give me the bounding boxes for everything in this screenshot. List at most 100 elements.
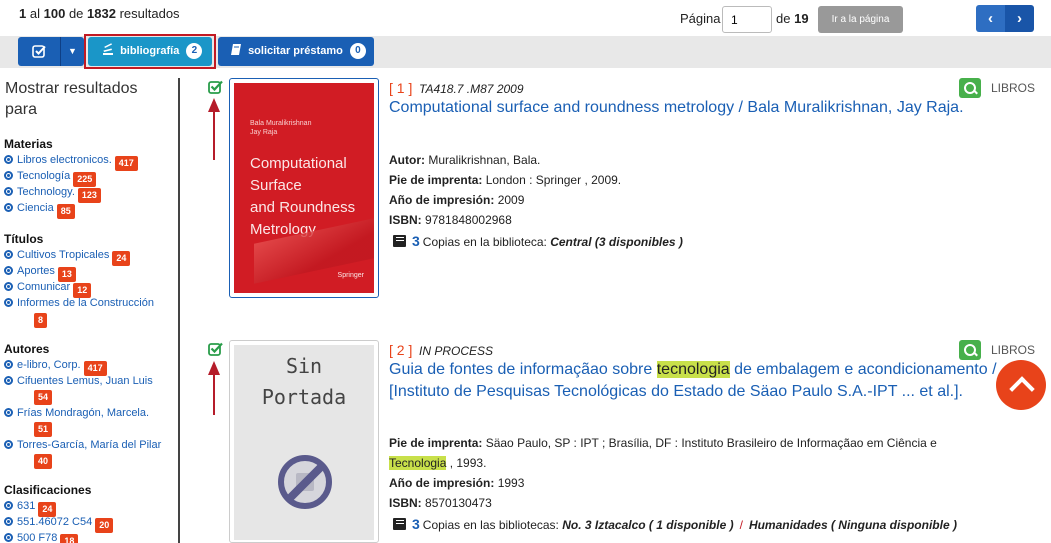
pager-label: Página: [680, 11, 721, 26]
results-bar: 1 al 100 de 1832 resultados Página de 19…: [0, 0, 1051, 36]
request-loan-label: solicitar préstamo: [248, 45, 343, 57]
facet-count: 24: [38, 502, 57, 517]
bibliography-icon: [102, 37, 114, 66]
book-icon: [393, 235, 406, 247]
radio-dot-icon: [4, 187, 13, 196]
radio-dot-icon: [4, 298, 13, 307]
material-type: LIBROS: [991, 81, 1036, 95]
facets-title: Mostrar resultados para: [5, 80, 138, 118]
radio-dot-icon: [4, 533, 13, 542]
facet-item[interactable]: Tecnología 225: [4, 170, 97, 187]
record-select-checkbox[interactable]: [208, 342, 224, 356]
zoom-icon[interactable]: [959, 340, 981, 360]
actions-toolbar: ▼ bibliografía 2 solicitar préstamo 0: [0, 34, 1051, 69]
facet-count: 417: [114, 156, 138, 171]
no-cover-icon: [278, 455, 332, 509]
call-number: TA418.7 .M87 2009: [419, 82, 524, 96]
facet-count: 12: [73, 283, 92, 298]
library-availability[interactable]: Humanidades ( Ninguna disponible ): [749, 518, 957, 532]
facet-item[interactable]: Technology. 123: [4, 186, 101, 203]
record-title-link[interactable]: Computational surface and roundness metr…: [389, 97, 1009, 119]
facet-count: 417: [83, 361, 107, 376]
book-cover-image: Bala Muralikrishnan Jay Raja Computation…: [234, 83, 374, 293]
facet-count: 40: [34, 454, 53, 469]
record-select-checkbox[interactable]: [208, 80, 224, 94]
facet-count: 85: [56, 204, 75, 219]
facet-count: 225: [73, 172, 97, 187]
facet-item[interactable]: e-libro, Corp. 417: [4, 359, 107, 376]
radio-dot-icon: [4, 501, 13, 510]
annotation-arrow-line: [213, 110, 215, 160]
radio-dot-icon: [4, 440, 13, 449]
bibliography-count-badge: 2: [186, 43, 203, 59]
results-count: 1 al 100 de 1832 resultados: [19, 6, 180, 21]
no-cover-placeholder[interactable]: Sin Portada: [229, 340, 379, 543]
cover-publisher: Springer: [337, 272, 364, 279]
caret-down-icon[interactable]: ▼: [60, 37, 84, 66]
facet-heading-clasificaciones: Clasificaciones: [4, 483, 92, 497]
select-all-button[interactable]: [18, 37, 60, 66]
radio-dot-icon: [4, 203, 13, 212]
facet-item[interactable]: Aportes 13: [4, 265, 76, 282]
record-field-year: Año de impresión: 2009: [389, 193, 525, 207]
facets-sidebar: Mostrar resultados para Materias Libros …: [0, 78, 180, 543]
record-field-year: Año de impresión: 1993: [389, 476, 525, 490]
radio-dot-icon: [4, 360, 13, 369]
facet-item[interactable]: Informes de la Construcción: [4, 297, 154, 309]
facet-count: 24: [112, 251, 131, 266]
bibliography-button[interactable]: bibliografía 2: [88, 37, 212, 66]
copies-info: 3 Copias en la biblioteca: Central (3 dis…: [393, 233, 683, 249]
record-field-imprint: Pie de imprenta: Säao Paulo, SP : IPT ; …: [389, 436, 937, 470]
goto-page-button[interactable]: Ir a la página: [818, 6, 903, 33]
book-cover[interactable]: Bala Muralikrishnan Jay Raja Computation…: [229, 78, 379, 298]
copies-info: 3 Copias en las bibliotecas: No. 3 Iztaca…: [393, 516, 957, 532]
call-number: IN PROCESS: [419, 344, 494, 358]
chevron-up-icon[interactable]: [996, 360, 1046, 410]
facet-item[interactable]: Libros electronicos. 417: [4, 154, 138, 171]
request-loan-count-badge: 0: [349, 43, 366, 59]
facet-count: 13: [57, 267, 76, 282]
cover-authors: Bala Muralikrishnan Jay Raja: [250, 120, 312, 136]
chevron-right-icon[interactable]: ›: [1005, 5, 1034, 32]
record-title-link[interactable]: Guia de fontes de informaçãao sobre tecn…: [389, 359, 1009, 403]
facet-count: 54: [34, 390, 53, 405]
facet-item[interactable]: 500 F78 18: [4, 532, 79, 543]
check-square-icon: [32, 45, 46, 58]
facet-item[interactable]: Comunicar 12: [4, 281, 92, 298]
radio-dot-icon: [4, 250, 13, 259]
facet-count: 123: [77, 188, 101, 203]
facet-item[interactable]: 551.46072 C54 20: [4, 516, 114, 533]
record-number: [ 1 ]: [389, 80, 413, 96]
facet-count: 8: [34, 313, 48, 328]
record-field-author: Autor: Muralikrishnan, Bala.: [389, 153, 541, 167]
radio-dot-icon: [4, 155, 13, 164]
facet-item[interactable]: Cifuentes Lemus, Juan Luis: [4, 375, 153, 387]
radio-dot-icon: [4, 517, 13, 526]
facet-count: 20: [95, 518, 114, 533]
page-number-input[interactable]: [722, 6, 772, 33]
search-term-highlight: Tecnologia: [389, 456, 447, 470]
zoom-icon[interactable]: [959, 78, 981, 98]
material-type: LIBROS: [991, 343, 1036, 357]
library-availability[interactable]: Central (3 disponibles ): [550, 235, 683, 249]
facet-item[interactable]: Torres-García, María del Pilar: [4, 439, 161, 451]
facet-heading-materias: Materias: [4, 137, 53, 151]
chevron-left-icon[interactable]: ‹: [976, 5, 1005, 32]
facet-item[interactable]: 631 24: [4, 500, 57, 517]
facet-item[interactable]: Ciencia 85: [4, 202, 75, 219]
record-field-imprint: Pie de imprenta: London : Springer , 200…: [389, 173, 622, 187]
library-availability[interactable]: No. 3 Iztacalco ( 1 disponible ): [562, 518, 733, 532]
record-field-isbn: ISBN: 8570130473: [389, 496, 492, 510]
bibliography-label: bibliografía: [120, 45, 180, 57]
request-loan-button[interactable]: solicitar préstamo 0: [218, 37, 374, 66]
radio-dot-icon: [4, 408, 13, 417]
radio-dot-icon: [4, 171, 13, 180]
record-field-isbn: ISBN: 9781848002968: [389, 213, 512, 227]
facet-count: 51: [34, 422, 53, 437]
facet-item[interactable]: Frías Mondragón, Marcela.: [4, 407, 149, 419]
facet-heading-autores: Autores: [4, 342, 50, 356]
radio-dot-icon: [4, 266, 13, 275]
radio-dot-icon: [4, 376, 13, 385]
pager-total: de 19: [776, 11, 809, 26]
facet-item[interactable]: Cultivos Tropicales 24: [4, 249, 131, 266]
